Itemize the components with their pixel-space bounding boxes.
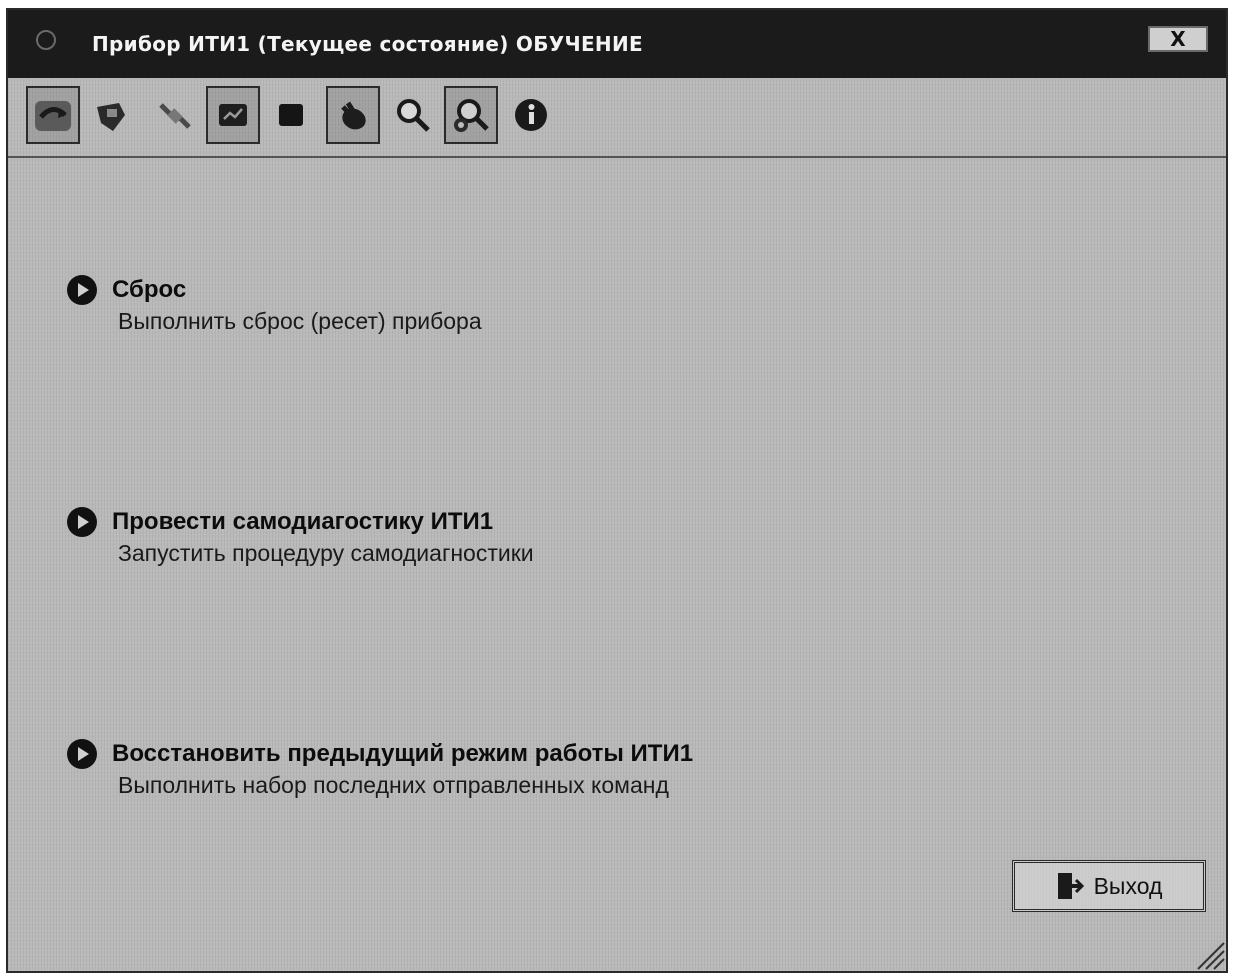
close-button[interactable]: X	[1148, 26, 1208, 52]
action-description: Запустить процедуру самодиагностики	[118, 540, 534, 566]
app-icon	[36, 30, 56, 50]
info-button[interactable]	[504, 86, 558, 144]
resize-grip[interactable]	[1192, 937, 1226, 971]
app-window: Прибор ИТИ1 (Текущее состояние) ОБУЧЕНИЕ…	[6, 8, 1228, 973]
search-button[interactable]	[386, 86, 440, 144]
action-self-diagnostics[interactable]: Провести самодиагостику ИТИ1 Запустить п…	[66, 506, 534, 567]
hand-button[interactable]	[326, 86, 380, 144]
monitor-button[interactable]	[206, 86, 260, 144]
play-icon	[67, 507, 97, 537]
cable-icon	[159, 103, 191, 129]
exit-label: Выход	[1093, 872, 1163, 899]
action-title[interactable]: Провести самодиагостику ИТИ1	[112, 508, 493, 536]
action-title[interactable]: Сброс	[112, 276, 186, 304]
cable-button[interactable]	[148, 86, 202, 144]
device-button[interactable]	[84, 86, 138, 144]
action-restore-mode[interactable]: Восстановить предыдущий режим работы ИТИ…	[66, 738, 693, 799]
toolbar	[8, 78, 1226, 158]
exit-door-icon	[1057, 873, 1084, 899]
action-title[interactable]: Восстановить предыдущий режим работы ИТИ…	[112, 740, 693, 768]
stop-button[interactable]	[264, 86, 318, 144]
device-icon	[97, 103, 125, 131]
connect-icon	[35, 101, 71, 131]
window-title: Прибор ИТИ1 (Текущее состояние) ОБУЧЕНИЕ	[92, 32, 643, 56]
action-description: Выполнить набор последних отправленных к…	[118, 772, 669, 798]
info-icon	[515, 99, 547, 131]
monitor-icon	[219, 104, 247, 126]
title-bar: Прибор ИТИ1 (Текущее состояние) ОБУЧЕНИЕ…	[8, 10, 1226, 78]
connect-button[interactable]	[26, 86, 80, 144]
magnifier-settings-icon	[454, 99, 489, 132]
stop-icon	[279, 104, 303, 126]
play-icon	[67, 275, 97, 305]
action-reset[interactable]: Сброс Выполнить сброс (ресет) прибора	[66, 274, 482, 335]
exit-button[interactable]: Выход	[1012, 860, 1206, 912]
hand-icon	[341, 101, 366, 130]
play-icon	[67, 739, 97, 769]
action-description: Выполнить сброс (ресет) прибора	[118, 308, 482, 334]
search-settings-button[interactable]	[444, 86, 498, 144]
search-icon	[397, 99, 430, 132]
